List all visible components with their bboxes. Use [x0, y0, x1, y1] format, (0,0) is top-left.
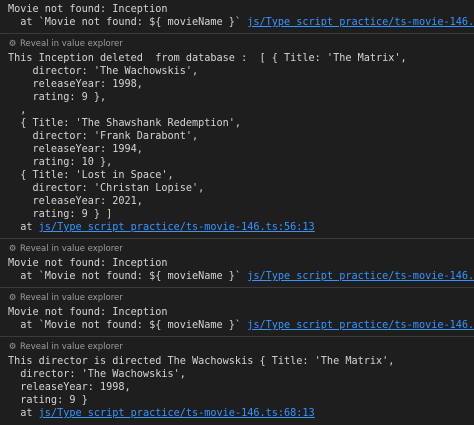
log-text: { Title: 'The Shawshank Redemption', — [8, 118, 242, 129]
reveal-label: Reveal in value explorer — [20, 39, 123, 49]
log-text: rating: 9 } ] — [8, 209, 113, 220]
source-link[interactable]: js/Type script practice/ts-movie-146.ts:… — [39, 408, 315, 419]
log-line: rating: 9 }, — [8, 91, 107, 104]
log-text: rating: 10 }, — [8, 157, 113, 168]
log-text: Movie not found: Inception — [8, 258, 168, 269]
log-line: Movie not found: Inception — [8, 306, 167, 319]
log-line: director: 'Christan Lopise', — [8, 182, 205, 195]
reveal-in-value-explorer[interactable]: ⚙ Reveal in value explorer — [8, 244, 123, 255]
log-line: { Title: 'The Shawshank Redemption', — [8, 117, 241, 130]
gear-icon: ⚙ — [8, 39, 17, 49]
log-text: rating: 9 } — [8, 395, 88, 406]
reveal-label: Reveal in value explorer — [20, 342, 123, 352]
gear-icon: ⚙ — [8, 244, 17, 254]
log-line: rating: 9 } — [8, 394, 88, 407]
entry-divider — [0, 336, 474, 337]
log-line: Movie not found: Inception — [8, 257, 167, 270]
log-text: director: 'Frank Darabont', — [8, 131, 199, 142]
log-text: Movie not found: Inception — [8, 4, 168, 15]
reveal-label: Reveal in value explorer — [20, 293, 123, 303]
log-line: This director is directed The Wachowskis… — [8, 355, 394, 368]
gear-icon: ⚙ — [8, 342, 17, 352]
log-text: releaseYear: 1994, — [8, 144, 143, 155]
log-text: at `Movie not found: ${ movieName }` — [8, 271, 248, 282]
log-line: rating: 9 } ] — [8, 208, 113, 221]
log-line: director: 'Frank Darabont', — [8, 130, 199, 143]
reveal-in-value-explorer[interactable]: ⚙ Reveal in value explorer — [8, 342, 123, 353]
log-text: This Inception deleted from database : [… — [8, 53, 407, 64]
log-text: at `Movie not found: ${ movieName }` — [8, 17, 248, 28]
entry-divider — [0, 287, 474, 288]
log-text: at `Movie not found: ${ movieName }` — [8, 320, 248, 331]
output-console: Movie not found: Inception at `Movie not… — [0, 0, 474, 425]
log-text: director: 'Christan Lopise', — [8, 183, 205, 194]
gear-icon: ⚙ — [8, 293, 17, 303]
log-line: releaseYear: 2021, — [8, 195, 143, 208]
log-line: director: 'The Wachowskis', — [8, 368, 186, 381]
log-text: releaseYear: 1998, — [8, 382, 131, 393]
entry-divider — [0, 33, 474, 34]
log-line: , — [8, 104, 26, 117]
log-text: , — [8, 105, 27, 116]
log-line: { Title: 'Lost in Space', — [8, 169, 174, 182]
log-line: Movie not found: Inception — [8, 3, 167, 16]
log-line: rating: 10 }, — [8, 156, 113, 169]
log-line: director: 'The Wachowskis', — [8, 65, 199, 78]
log-text: director: 'The Wachowskis', — [8, 66, 199, 77]
log-text: director: 'The Wachowskis', — [8, 369, 186, 380]
log-line: at `Movie not found: ${ movieName }` js/… — [8, 319, 474, 332]
log-line: releaseYear: 1998, — [8, 78, 143, 91]
source-link[interactable]: js/Type script practice/ts-movie-146.ts:… — [247, 320, 474, 331]
log-text: at — [8, 222, 39, 233]
reveal-in-value-explorer[interactable]: ⚙ Reveal in value explorer — [8, 39, 123, 50]
source-link[interactable]: js/Type script practice/ts-movie-146.ts:… — [39, 222, 315, 233]
entry-divider — [0, 238, 474, 239]
source-link[interactable]: js/Type script practice/ts-movie-146.ts:… — [247, 17, 474, 28]
source-link[interactable]: js/Type script practice/ts-movie-146.ts:… — [247, 271, 474, 282]
log-line: at `Movie not found: ${ movieName }` js/… — [8, 270, 474, 283]
log-line: at `Movie not found: ${ movieName }` js/… — [8, 16, 474, 29]
log-text: Movie not found: Inception — [8, 307, 168, 318]
log-text: rating: 9 }, — [8, 92, 107, 103]
log-text: releaseYear: 1998, — [8, 79, 143, 90]
log-text: { Title: 'Lost in Space', — [8, 170, 174, 181]
log-text: at — [8, 408, 39, 419]
log-text: This director is directed The Wachowskis… — [8, 356, 395, 367]
log-line: This Inception deleted from database : [… — [8, 52, 407, 65]
log-text: releaseYear: 2021, — [8, 196, 143, 207]
log-line: at js/Type script practice/ts-movie-146.… — [8, 221, 315, 234]
log-line: releaseYear: 1998, — [8, 381, 131, 394]
log-line: at js/Type script practice/ts-movie-146.… — [8, 407, 315, 420]
reveal-in-value-explorer[interactable]: ⚙ Reveal in value explorer — [8, 293, 123, 304]
log-line: releaseYear: 1994, — [8, 143, 143, 156]
reveal-label: Reveal in value explorer — [20, 244, 123, 254]
